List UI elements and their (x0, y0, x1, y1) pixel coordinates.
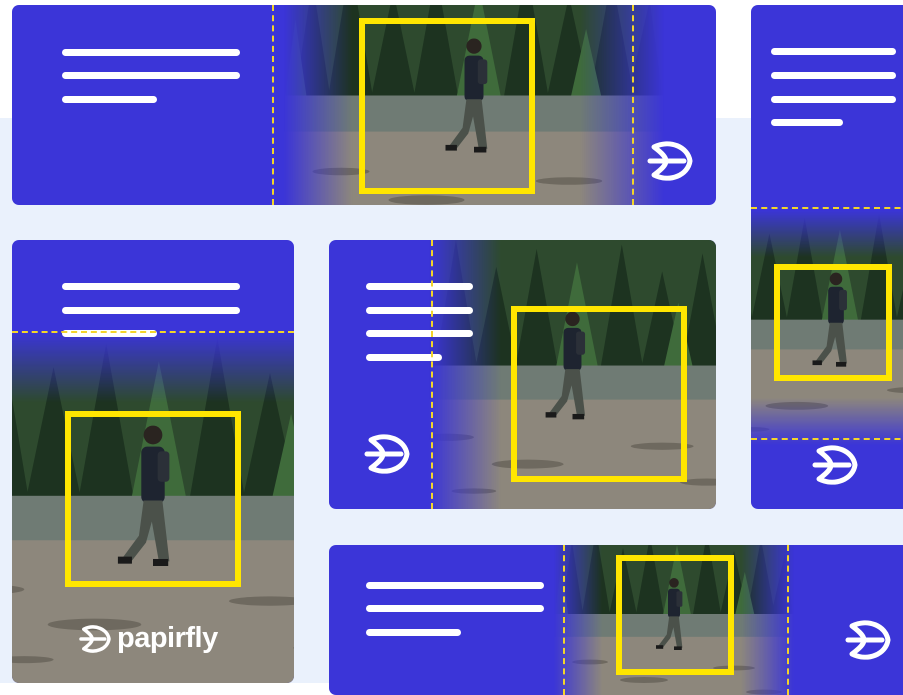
text-line (366, 307, 473, 314)
text-line (366, 605, 544, 612)
text-line (62, 49, 240, 56)
safe-zone-guide (272, 5, 274, 205)
safe-zone-guide (632, 5, 634, 205)
crop-portrait: papirfly (12, 240, 294, 683)
papirfly-leaf-icon (811, 445, 859, 485)
text-line (771, 96, 896, 103)
papirfly-leaf-icon (844, 620, 892, 660)
crop-leaderboard (12, 5, 716, 205)
brand-name: papirfly (117, 622, 218, 654)
text-line (771, 72, 896, 79)
crop-banner (329, 545, 903, 695)
text-line (366, 582, 544, 589)
focus-area-box (359, 18, 535, 194)
focus-area-box (616, 555, 734, 675)
text-line (62, 307, 240, 314)
safe-zone-guide (751, 207, 903, 209)
text-line (62, 72, 240, 79)
safe-zone-guide (751, 438, 903, 440)
safe-zone-guide (431, 240, 433, 509)
safe-zone-guide (12, 331, 294, 333)
focus-area-box (774, 264, 892, 381)
safe-zone-guide (563, 545, 565, 695)
text-line (366, 283, 473, 290)
text-line (366, 330, 473, 337)
focus-area-box (511, 306, 687, 482)
safe-zone-guide (787, 545, 789, 695)
focus-area-box (65, 411, 241, 587)
papirfly-leaf-icon (646, 141, 694, 181)
crop-landscape (329, 240, 716, 509)
text-line (62, 283, 240, 290)
crop-skyscraper (751, 5, 903, 509)
papirfly-leaf-icon (78, 625, 112, 653)
text-line (771, 48, 896, 55)
text-line (62, 96, 157, 103)
text-line (771, 119, 843, 126)
text-line (366, 629, 461, 636)
papirfly-leaf-icon (363, 434, 411, 474)
papirfly-wordmark: papirfly (78, 622, 218, 655)
